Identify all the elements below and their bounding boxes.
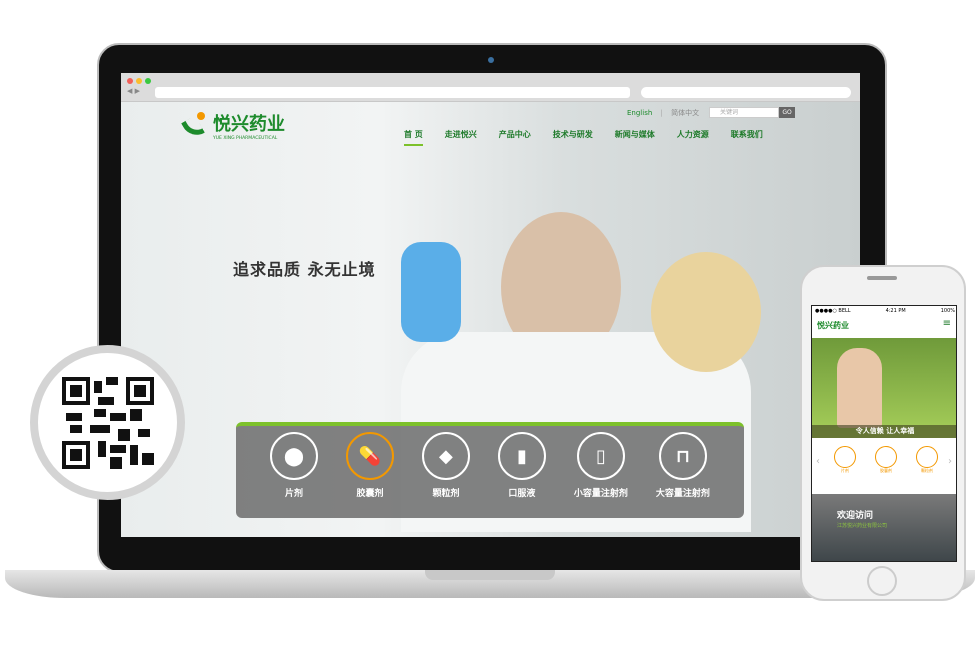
mobile-category[interactable]: 片剂 [834,446,856,474]
nav-about[interactable]: 走进悦兴 [445,129,477,146]
next-arrow-icon[interactable]: › [948,456,952,467]
product-category-bar: ⬤ 片剂 💊 胶囊剂 ◆ 颗粒剂 ▮ 口服液 ▯ 小容量注射剂 ⊓ 大容量注射剂 [236,422,744,518]
camera [488,57,494,63]
browser-search[interactable] [641,87,851,98]
nav-home[interactable]: 首 页 [404,129,423,146]
colleague-image [651,252,761,372]
logo-icon [181,111,209,141]
capsule-icon: 💊 [345,432,394,480]
nav-products[interactable]: 产品中心 [499,129,531,146]
iv-bag-icon: ⊓ [658,432,707,480]
maximize-dot[interactable] [145,78,151,84]
lang-english[interactable]: English [627,109,652,117]
main-nav: 首 页 走进悦兴 产品中心 技术与研发 新闻与媒体 人力资源 联系我们 [404,129,763,146]
category-granule[interactable]: ◆ 颗粒剂 [421,432,470,518]
category-oral-liquid[interactable]: ▮ 口服液 [497,432,546,518]
nav-contact[interactable]: 联系我们 [731,129,763,146]
category-tablet[interactable]: ⬤ 片剂 [269,432,318,518]
phone-screen: ●●●●○ BELL 4:21 PM 100% 悦兴药业 ≡ 令人信赖 让人幸福 ‹… [811,305,957,562]
welcome-section: 欢迎访问 江苏悦兴药业有限公司 [812,494,956,561]
mobile-categories: 片剂 胶囊剂 颗粒剂 [834,446,938,474]
back-forward-icon[interactable]: ◀ ▶ [127,87,140,95]
mobile-logo[interactable]: 悦兴药业 [817,320,849,331]
lang-chinese[interactable]: 简体中文 [671,109,699,117]
site-logo[interactable]: 悦兴药业 YUE XING PHARMACEUTICAL [181,110,285,141]
phone-home-button[interactable] [867,566,897,596]
nav-rd[interactable]: 技术与研发 [553,129,593,146]
granule-icon: ◆ [421,432,470,480]
phone-speaker [867,276,897,280]
prev-arrow-icon[interactable]: ‹ [816,456,820,467]
menu-icon[interactable]: ≡ [943,319,951,329]
browser-chrome: ◀ ▶ [121,73,860,102]
mobile-category[interactable]: 颗粒剂 [916,446,938,474]
hero-slogan: 追求品质 永无止境 [233,260,376,279]
category-capsule[interactable]: 💊 胶囊剂 [345,432,394,518]
url-bar[interactable] [155,87,630,98]
tablet-icon: ⬤ [269,432,318,480]
search-go-button[interactable]: GO [779,107,795,118]
glove-image [401,242,461,342]
status-bar: ●●●●○ BELL 4:21 PM 100% [815,308,955,314]
category-iv-bag[interactable]: ⊓ 大容量注射剂 [656,432,710,518]
minimize-dot[interactable] [136,78,142,84]
mobile-banner: 令人信赖 让人幸福 [812,338,956,438]
category-ampoule[interactable]: ▯ 小容量注射剂 [574,432,628,518]
qr-code-badge [30,345,185,500]
laptop-notch [425,570,555,580]
nav-hr[interactable]: 人力资源 [677,129,709,146]
close-dot[interactable] [127,78,133,84]
laptop-screen: ◀ ▶ 悦兴药业 YUE XING PHARMACEUTICAL English … [121,73,860,537]
girl-image [837,348,882,428]
oral-liquid-icon: ▮ [497,432,546,480]
language-switch: English | 简体中文 [627,109,700,117]
hero: 悦兴药业 YUE XING PHARMACEUTICAL English | 简体… [121,102,860,537]
ampoule-icon: ▯ [576,432,625,480]
qr-code-icon [61,376,154,469]
nav-news[interactable]: 新闻与媒体 [615,129,655,146]
site-search-input[interactable]: 关键词 [709,107,779,118]
mobile-category[interactable]: 胶囊剂 [875,446,897,474]
